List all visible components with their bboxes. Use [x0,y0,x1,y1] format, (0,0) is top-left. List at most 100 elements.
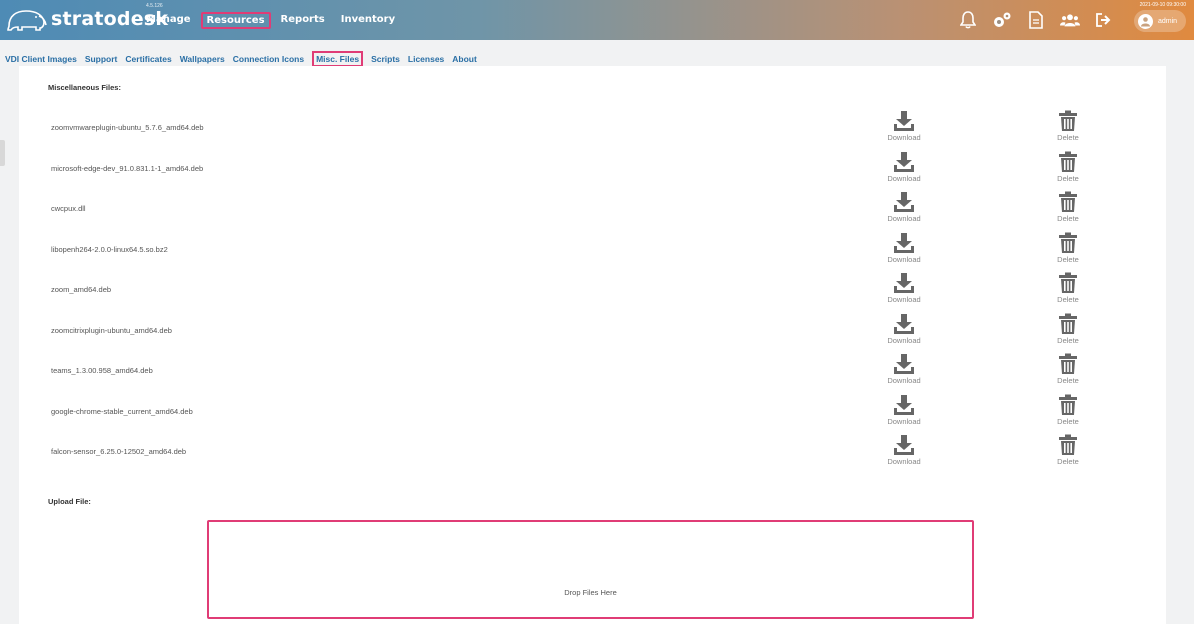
download-button[interactable]: Download [874,313,934,345]
download-button[interactable]: Download [874,434,934,466]
download-button[interactable]: Download [874,353,934,385]
delete-button[interactable]: Delete [1038,110,1098,142]
download-icon [893,151,915,173]
tab-certificates[interactable]: Certificates [125,53,171,67]
delete-label: Delete [1057,335,1079,345]
file-row: microsoft-edge-dev_91.0.831.1-1_amd64.de… [19,149,1166,189]
nav-reports[interactable]: Reports [275,12,331,29]
delete-button[interactable]: Delete [1038,191,1098,223]
download-label: Download [887,376,921,385]
trash-icon [1057,313,1079,335]
download-label: Download [887,335,921,345]
misc-files-title: Miscellaneous Files: [48,83,121,92]
download-icon [893,232,915,254]
users-icon[interactable] [1060,10,1080,30]
delete-label: Delete [1057,416,1079,426]
trash-icon [1057,353,1079,375]
tab-vdi-client-images[interactable]: VDI Client Images [5,53,77,67]
download-icon [893,353,915,375]
download-icon [893,191,915,213]
trash-icon [1057,272,1079,294]
main-nav: Manage Resources Reports Inventory [140,12,405,29]
trash-icon [1057,191,1079,213]
tab-connection-icons[interactable]: Connection Icons [233,53,304,67]
app-version: 4.5.126 [146,3,163,9]
file-name: microsoft-edge-dev_91.0.831.1-1_amd64.de… [51,163,204,173]
file-name: zoomvmwareplugin-ubuntu_5.7.6_amd64.deb [51,123,204,132]
gears-icon[interactable] [992,10,1012,30]
file-row: zoom_amd64.deb Download Delete [19,270,1166,310]
delete-button[interactable]: Delete [1038,151,1098,183]
download-label: Download [887,133,921,142]
download-icon [893,394,915,416]
top-icons [958,10,1114,30]
download-icon [893,434,915,456]
download-label: Download [887,173,921,183]
tab-scripts[interactable]: Scripts [371,53,400,67]
delete-label: Delete [1057,457,1079,466]
delete-button[interactable]: Delete [1038,232,1098,264]
nav-inventory[interactable]: Inventory [335,12,401,29]
file-name: zoom_amd64.deb [51,285,112,294]
download-button[interactable]: Download [874,110,934,142]
delete-label: Delete [1057,295,1079,304]
tab-about[interactable]: About [452,53,477,67]
file-row: cwcpux.dll Download Delete [19,189,1166,229]
delete-label: Delete [1057,214,1079,223]
file-row: teams_1.3.00.958_amd64.deb Download Dele… [19,351,1166,391]
logout-icon[interactable] [1094,10,1114,30]
delete-button[interactable]: Delete [1038,353,1098,385]
misc-files-panel: Miscellaneous Files: zoomvmwareplugin-ub… [19,66,1166,624]
delete-button[interactable]: Delete [1038,394,1098,426]
nav-resources[interactable]: Resources [200,12,271,29]
download-button[interactable]: Download [874,232,934,264]
download-button[interactable]: Download [874,272,934,304]
tab-wallpapers[interactable]: Wallpapers [180,53,225,67]
download-button[interactable]: Download [874,191,934,223]
user-menu[interactable]: admin [1134,10,1186,32]
file-row: zoomcitrixplugin-ubuntu_amd64.deb Downlo… [19,311,1166,351]
trash-icon [1057,110,1079,132]
datetime: 2021-09-10 09:30:00 [1139,2,1186,8]
file-name: teams_1.3.00.958_amd64.deb [51,366,153,375]
dropzone-text: Drop Files Here [564,588,617,597]
delete-label: Delete [1057,376,1079,385]
avatar [1138,13,1153,29]
elephant-logo-icon [7,10,47,31]
resources-subnav: VDI Client Images Support Certificates W… [5,51,485,67]
username: admin [1158,17,1178,25]
document-icon[interactable] [1026,10,1046,30]
side-collapse-handle[interactable] [0,140,5,166]
download-label: Download [887,254,921,264]
file-row: google-chrome-stable_current_amd64.deb D… [19,392,1166,432]
file-row: zoomvmwareplugin-ubuntu_5.7.6_amd64.deb … [19,108,1166,148]
tab-misc-files[interactable]: Misc. Files [312,51,364,67]
bell-icon[interactable] [958,10,978,30]
delete-button[interactable]: Delete [1038,313,1098,345]
trash-icon [1057,151,1079,173]
file-name: cwcpux.dll [51,204,86,213]
delete-label: Delete [1057,173,1079,183]
trash-icon [1057,394,1079,416]
download-label: Download [887,457,921,466]
nav-manage[interactable]: Manage [140,12,197,29]
file-name: google-chrome-stable_current_amd64.deb [51,406,193,416]
tab-support[interactable]: Support [85,53,118,67]
download-button[interactable]: Download [874,394,934,426]
download-icon [893,110,915,132]
file-dropzone[interactable]: Drop Files Here [207,520,974,619]
trash-icon [1057,232,1079,254]
file-name: zoomcitrixplugin-ubuntu_amd64.deb [51,325,172,335]
delete-button[interactable]: Delete [1038,272,1098,304]
upload-title: Upload File: [48,497,91,506]
download-label: Download [887,214,921,223]
file-name: libopenh264-2.0.0-linux64.5.so.bz2 [51,244,168,254]
delete-button[interactable]: Delete [1038,434,1098,466]
download-button[interactable]: Download [874,151,934,183]
delete-label: Delete [1057,133,1079,142]
download-label: Download [887,416,921,426]
download-icon [893,313,915,335]
download-icon [893,272,915,294]
top-bar: stratodesk 4.5.126 Manage Resources Repo… [0,0,1194,40]
tab-licenses[interactable]: Licenses [408,53,444,67]
